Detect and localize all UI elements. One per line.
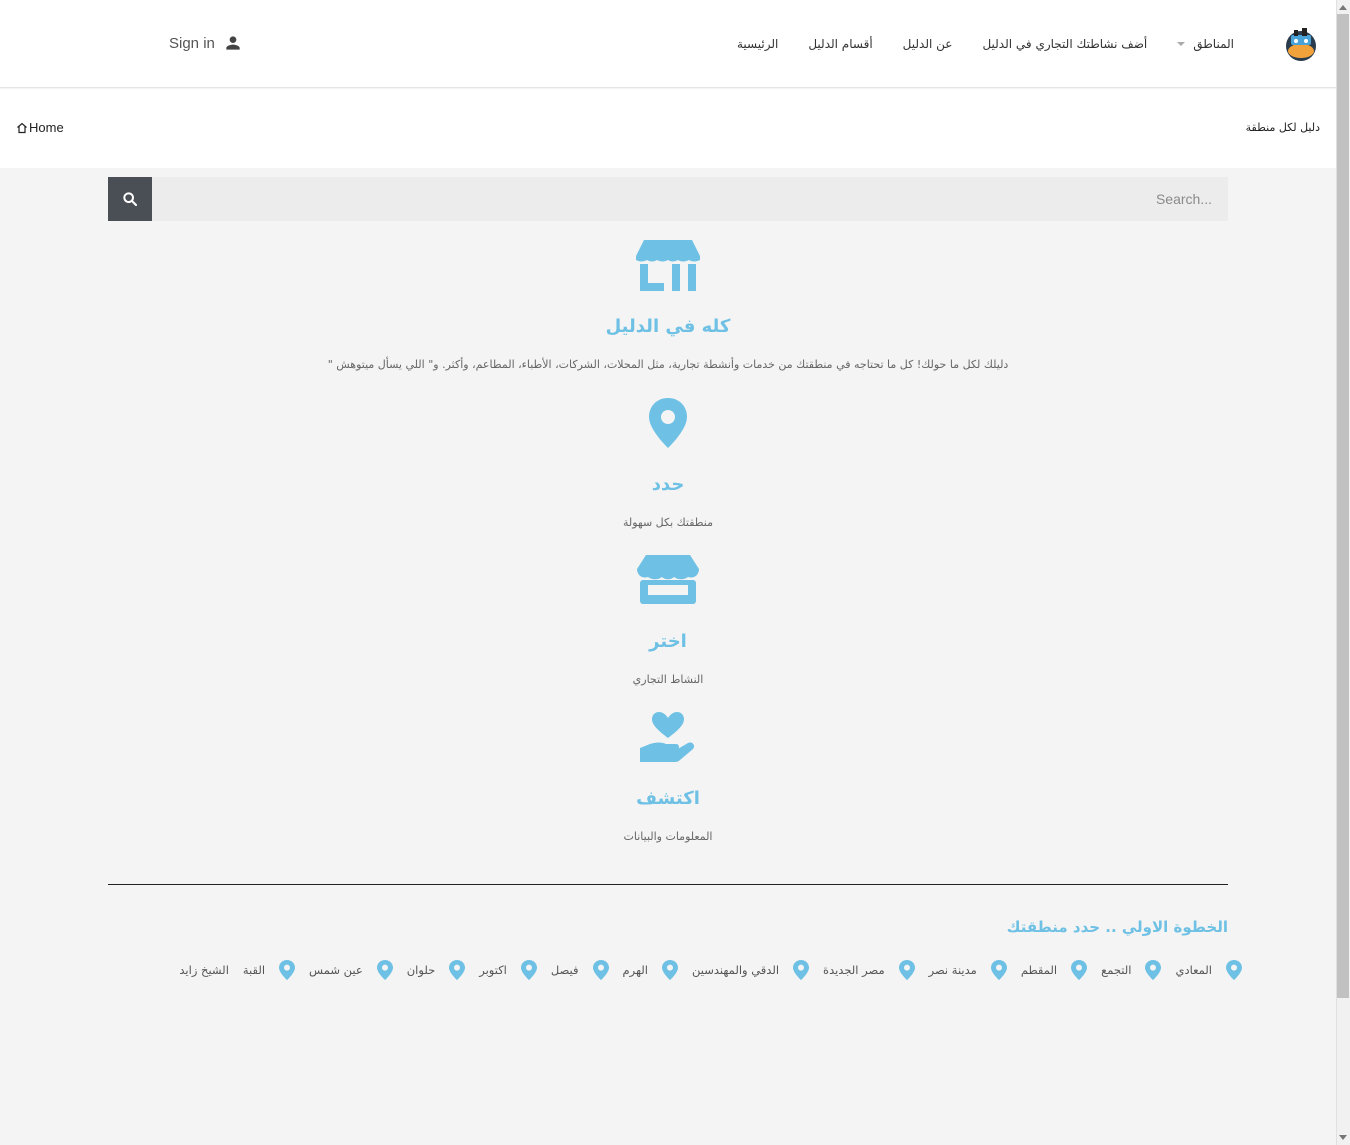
scroll-down-arrow-icon[interactable] bbox=[1339, 1135, 1347, 1140]
hand-heart-icon bbox=[636, 712, 700, 776]
feature-description: المعلومات والبيانات bbox=[623, 830, 713, 843]
site-header: الرئيسية أقسام الدليل عن الدليل أضف نشاط… bbox=[0, 0, 1336, 88]
map-marker-icon bbox=[279, 960, 296, 980]
area-item-qubba[interactable]: القبة bbox=[242, 960, 296, 980]
area-item-heliopolis[interactable]: مصر الجديدة bbox=[823, 960, 915, 980]
home-icon bbox=[17, 122, 27, 133]
map-marker-icon bbox=[449, 960, 466, 980]
areas-list: المعادي التجمع المقطم مدينة نصر مصر الجد… bbox=[142, 960, 1242, 980]
map-marker-icon bbox=[1071, 960, 1088, 980]
area-item-haram[interactable]: الهرم bbox=[623, 960, 678, 980]
area-label: القبة bbox=[242, 963, 266, 977]
map-marker-icon bbox=[990, 960, 1007, 980]
storefront-icon bbox=[636, 240, 700, 304]
map-marker-icon bbox=[898, 960, 915, 980]
nav-item-categories[interactable]: أقسام الدليل bbox=[808, 37, 872, 51]
map-marker-icon bbox=[592, 960, 609, 980]
feature-title: حدد bbox=[651, 474, 685, 495]
area-item-october[interactable]: اكتوبر bbox=[479, 960, 537, 980]
chevron-down-icon bbox=[1177, 42, 1186, 46]
area-label: عين شمس bbox=[309, 963, 363, 977]
feature-title: كله في الدليل bbox=[605, 316, 731, 337]
scroll-up-arrow-icon[interactable] bbox=[1339, 5, 1347, 10]
area-label: اكتوبر bbox=[479, 963, 507, 977]
area-item-faisal[interactable]: فيصل bbox=[551, 960, 609, 980]
section-divider bbox=[108, 884, 1228, 885]
search-icon bbox=[123, 192, 138, 207]
area-label: الدقي والمهندسين bbox=[692, 963, 780, 977]
map-marker-icon bbox=[793, 960, 810, 980]
area-item-maadi[interactable]: المعادي bbox=[1175, 960, 1242, 980]
sign-in-button[interactable]: Sign in bbox=[169, 33, 243, 53]
areas-section-title: الخطوة الاولي .. حدد منطقتك bbox=[1006, 918, 1228, 936]
nav-item-label: أضف نشاطتك التجاري في الدليل bbox=[982, 37, 1148, 51]
area-label: الشيخ زايد bbox=[179, 963, 229, 977]
feature-description: النشاط التجاري bbox=[632, 673, 704, 686]
nav-item-label: أقسام الدليل bbox=[808, 37, 873, 51]
nav-item-home[interactable]: الرئيسية bbox=[737, 37, 778, 51]
area-item-ain-shams[interactable]: عين شمس bbox=[309, 960, 393, 980]
store-icon bbox=[636, 555, 700, 619]
feature-description: دليلك لكل ما حولك! كل ما تحتاجه في منطقت… bbox=[327, 358, 1009, 371]
area-label: المقطم bbox=[1020, 963, 1058, 977]
breadcrumb-home-label: Home bbox=[29, 120, 64, 135]
area-item-mokattam[interactable]: المقطم bbox=[1020, 960, 1088, 980]
nav-item-areas-dropdown[interactable]: المناطق bbox=[1177, 37, 1234, 51]
user-icon bbox=[226, 36, 240, 50]
sign-in-label: Sign in bbox=[169, 34, 215, 52]
map-marker-icon bbox=[520, 960, 537, 980]
nav-item-label: الرئيسية bbox=[736, 37, 779, 51]
breadcrumb: دليل لكل منطقة Home bbox=[0, 89, 1336, 168]
map-marker-icon bbox=[376, 960, 393, 980]
search-button[interactable] bbox=[108, 177, 152, 221]
directory-logo-icon[interactable] bbox=[1282, 25, 1320, 63]
feature-title: اختر bbox=[649, 631, 687, 652]
area-item-sheikh-zayed[interactable]: الشيخ زايد bbox=[179, 960, 229, 980]
area-label: المعادي bbox=[1175, 963, 1212, 977]
page-scrollbar-thumb[interactable] bbox=[1337, 14, 1349, 998]
feature-title: اكتشف bbox=[636, 788, 700, 809]
area-label: مصر الجديدة bbox=[823, 963, 885, 977]
nav-item-label: المناطق bbox=[1193, 37, 1234, 51]
nav-item-add-business[interactable]: أضف نشاطتك التجاري في الدليل bbox=[982, 37, 1147, 51]
map-marker-icon bbox=[662, 960, 678, 980]
site-tagline: دليل لكل منطقة bbox=[1245, 121, 1320, 134]
area-item-dokki[interactable]: الدقي والمهندسين bbox=[692, 960, 810, 980]
area-label: مدينة نصر bbox=[928, 963, 977, 977]
feature-description: منطقتك بكل سهولة bbox=[622, 516, 714, 529]
area-label: الهرم bbox=[622, 963, 648, 977]
nav-item-about[interactable]: عن الدليل bbox=[903, 37, 953, 51]
area-item-helwan[interactable]: حلوان bbox=[407, 960, 466, 980]
area-item-tagamoa[interactable]: التجمع bbox=[1101, 960, 1162, 980]
map-marker-icon bbox=[636, 398, 700, 462]
area-label: فيصل bbox=[550, 963, 579, 977]
area-item-nasr-city[interactable]: مدينة نصر bbox=[929, 960, 1007, 980]
search-input[interactable] bbox=[152, 177, 1228, 221]
area-label: التجمع bbox=[1101, 963, 1132, 977]
map-marker-icon bbox=[1226, 960, 1242, 980]
breadcrumb-home-link[interactable]: Home bbox=[16, 120, 64, 135]
area-label: حلوان bbox=[406, 963, 436, 977]
main-nav: الرئيسية أقسام الدليل عن الدليل أضف نشاط… bbox=[737, 0, 1234, 88]
map-marker-icon bbox=[1145, 960, 1162, 980]
nav-item-label: عن الدليل bbox=[902, 37, 953, 51]
